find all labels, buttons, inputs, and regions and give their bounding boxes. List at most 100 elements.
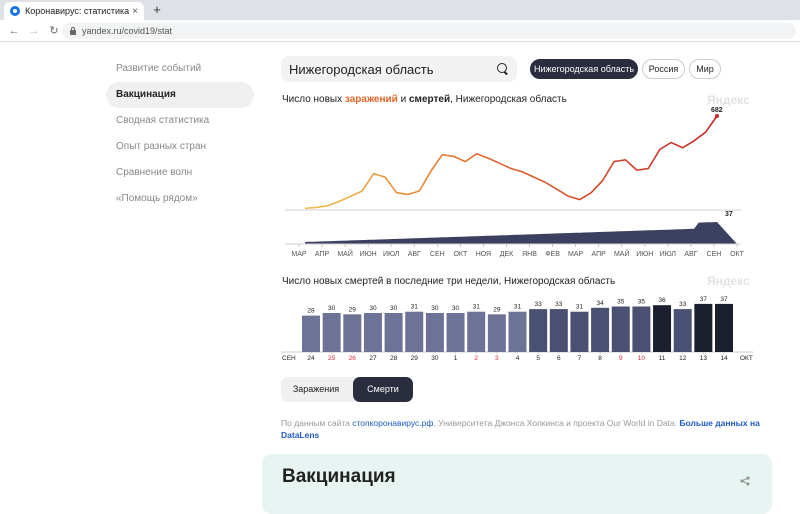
- tab-title: Коронавирус: статистика: [25, 6, 130, 16]
- chart1-month-label: ЯНВ: [522, 251, 537, 258]
- death-bar: [343, 314, 362, 352]
- new-tab-button[interactable]: +: [150, 3, 164, 17]
- chart2-month-end-label: ОКТ: [740, 355, 753, 362]
- death-bar-day-label: 2: [474, 355, 478, 362]
- share-icon[interactable]: [740, 476, 750, 486]
- chart1-month-label: ИЮН: [360, 251, 377, 258]
- death-bar: [384, 313, 403, 352]
- death-bar-day-label: 11: [659, 355, 666, 362]
- chart1-month-label: СЕН: [707, 251, 722, 258]
- vaccination-section: Вакцинация: [262, 454, 772, 514]
- toggle-infections[interactable]: Заражения: [281, 377, 351, 402]
- death-bar: [322, 313, 341, 352]
- death-bar-value: 30: [369, 305, 377, 312]
- chart1-month-label: СЕН: [430, 251, 445, 258]
- back-arrow-icon[interactable]: ←: [6, 25, 22, 37]
- yandex-watermark-2: Яндекс: [707, 274, 750, 288]
- death-bar-value: 34: [596, 300, 604, 307]
- region-search-input[interactable]: [289, 61, 497, 77]
- death-bar-value: 35: [617, 299, 625, 306]
- death-bar-value: 29: [349, 306, 357, 313]
- stopcoronavirus-link[interactable]: стопкоронавирус.рф: [352, 418, 433, 428]
- death-bar: [591, 307, 610, 352]
- death-bar-day-label: 13: [700, 355, 708, 362]
- death-bar-day-label: 8: [598, 355, 602, 362]
- death-bar-day-label: 24: [307, 355, 315, 362]
- death-bar: [405, 311, 424, 352]
- death-bar: [653, 305, 672, 352]
- death-bar-day-label: 29: [411, 355, 419, 362]
- death-bar-day-label: 28: [390, 355, 398, 362]
- address-bar[interactable]: yandex.ru/covid19/stat: [62, 23, 796, 39]
- forward-arrow-icon[interactable]: →: [26, 25, 42, 37]
- sidebar-item-countries[interactable]: Опыт разных стран: [106, 134, 254, 160]
- browser-tabstrip: Коронавирус: статистика × +: [0, 0, 800, 20]
- death-bar-day-label: 9: [619, 355, 623, 362]
- chart1-month-label: ДЕК: [500, 251, 514, 258]
- death-bar-value: 31: [514, 304, 522, 311]
- chart1-month-label: ОКТ: [453, 251, 468, 258]
- death-bar-value: 28: [307, 308, 315, 315]
- chart2-title: Число новых смертей в последние три неде…: [282, 276, 616, 287]
- death-bar-day-label: 14: [720, 355, 728, 362]
- death-bar-value: 31: [473, 304, 481, 311]
- death-bar: [529, 309, 548, 352]
- death-bar-day-label: 27: [369, 355, 377, 362]
- sidebar-item-help[interactable]: «Помощь рядом»: [106, 186, 254, 212]
- death-bar-day-label: 25: [328, 355, 336, 362]
- chart1-month-label: МАЙ: [614, 249, 630, 258]
- tab-close-icon[interactable]: ×: [132, 6, 138, 17]
- death-bar: [467, 311, 486, 352]
- browser-tab[interactable]: Коронавирус: статистика ×: [4, 2, 144, 20]
- chart1-month-label: АПР: [592, 251, 607, 258]
- metric-toggle: Заражения Смерти: [281, 377, 413, 402]
- death-bar-day-label: 30: [431, 355, 439, 362]
- toggle-deaths[interactable]: Смерти: [353, 377, 413, 402]
- death-bar-day-label: 6: [557, 355, 561, 362]
- address-url: yandex.ru/covid19/stat: [82, 26, 173, 36]
- death-bar-day-label: 5: [536, 355, 540, 362]
- search-icon[interactable]: [497, 63, 509, 75]
- death-bar-value: 33: [535, 301, 543, 308]
- death-bar-day-label: 1: [454, 355, 458, 362]
- death-bar-value: 36: [658, 297, 666, 304]
- death-bar-day-label: 26: [349, 355, 357, 362]
- infections-last-point: [715, 114, 719, 118]
- chart2-month-start-label: СЕН: [282, 355, 296, 362]
- death-bar-value: 33: [679, 301, 687, 308]
- death-bar: [363, 313, 382, 352]
- death-bar-day-label: 12: [679, 355, 687, 362]
- death-bar-day-label: 7: [578, 355, 582, 362]
- infections-deaths-chart[interactable]: 682 37 МАР АПР МАЙ ИЮН ИЮЛ АВГ СЕН ОКТ НОЯ ДЕК ЯНВ ФЕ…: [281, 104, 751, 260]
- chart1-month-label: ИЮЛ: [660, 251, 677, 258]
- sidebar-item-waves[interactable]: Сравнение волн: [106, 160, 254, 186]
- reload-icon[interactable]: ↻: [46, 24, 62, 37]
- deaths-series-area: [305, 222, 737, 244]
- sidebar-item-events[interactable]: Развитие событий: [106, 56, 254, 82]
- sidebar-item-vaccination[interactable]: Вакцинация: [106, 82, 254, 108]
- death-bar-value: 30: [390, 305, 398, 312]
- chart1-month-label: АВГ: [684, 251, 697, 258]
- lock-icon: [70, 26, 76, 35]
- death-bar-value: 29: [493, 306, 501, 313]
- region-button-world[interactable]: Мир: [689, 59, 721, 79]
- infections-series-line: [304, 115, 718, 210]
- region-button-russia[interactable]: Россия: [642, 59, 685, 79]
- region-search: [281, 56, 517, 82]
- death-bar-value: 31: [576, 304, 584, 311]
- chart1-month-label: АВГ: [408, 251, 421, 258]
- death-bar: [508, 311, 527, 352]
- death-bar-value: 31: [411, 304, 419, 311]
- death-bar-value: 37: [700, 296, 708, 303]
- death-bar-day-label: 10: [638, 355, 646, 362]
- death-bar-value: 30: [431, 305, 439, 312]
- chart1-month-label: ИЮЛ: [383, 251, 400, 258]
- sidebar-item-summary[interactable]: Сводная статистика: [106, 108, 254, 134]
- death-bar: [549, 309, 568, 352]
- deaths-bar-chart[interactable]: 2824302529263027302831293030301312293314…: [281, 296, 753, 368]
- death-bar: [302, 315, 320, 352]
- region-button-nizhny[interactable]: Нижегородская область: [530, 59, 638, 79]
- death-bar: [446, 313, 465, 352]
- death-bar-value: 30: [452, 305, 460, 312]
- death-bar: [715, 303, 733, 352]
